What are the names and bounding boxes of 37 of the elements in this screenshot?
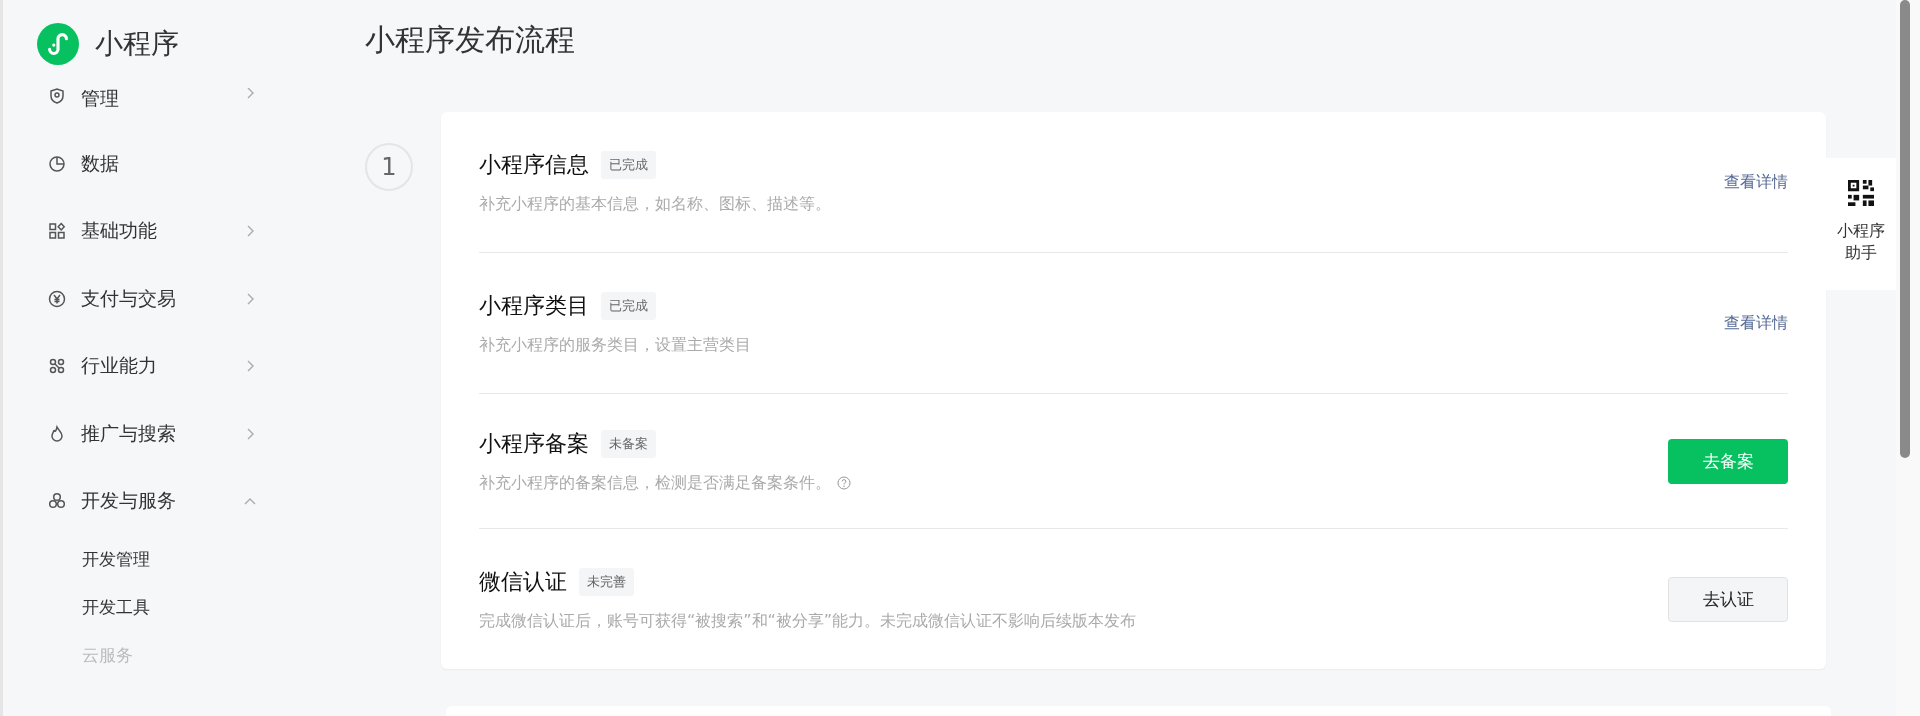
help-icon[interactable] — [837, 476, 851, 490]
item-description: 完成微信认证后，账号可获得“被搜索”和“被分享”能力。未完成微信认证不影响后续版本发布 — [479, 610, 1137, 632]
details-link[interactable]: 查看详情 — [1724, 171, 1788, 193]
yen-icon — [47, 288, 67, 309]
scrollbar-thumb[interactable] — [1900, 0, 1910, 458]
pie-chart-icon — [47, 153, 67, 174]
app-title: 小程序 — [95, 26, 179, 62]
grid-icon — [47, 221, 67, 242]
nav-item[interactable]: 开发与服务 — [47, 467, 257, 535]
assistant-label: 小程序助手 — [1837, 220, 1885, 265]
status-tag: 未备案 — [601, 429, 656, 458]
nav-item[interactable]: 数据 — [47, 130, 257, 198]
nav-subitem[interactable]: 开发工具 — [47, 583, 150, 631]
status-tag: 未完善 — [579, 567, 634, 596]
nav-item[interactable]: 基础功能 — [47, 197, 257, 265]
step-number: 1 — [365, 143, 413, 191]
item-description: 补充小程序的服务类目，设置主营类目 — [479, 334, 751, 356]
status-tag: 已完成 — [601, 291, 656, 320]
item-description: 补充小程序的备案信息，检测是否满足备案条件。 — [479, 472, 831, 494]
page-title: 小程序发布流程 — [365, 21, 576, 59]
item-title: 小程序信息 — [479, 150, 589, 179]
details-link[interactable]: 查看详情 — [1724, 312, 1788, 334]
qr-code-icon — [1848, 180, 1874, 206]
nav-item[interactable]: 管理 — [47, 88, 257, 108]
nav-item[interactable]: 支付与交易 — [47, 265, 257, 333]
shield-icon — [47, 88, 67, 106]
item-description: 补充小程序的基本信息，如名称、图标、描述等。 — [479, 193, 831, 215]
item-title: 微信认证 — [479, 567, 567, 596]
secondary-button[interactable]: 去认证 — [1668, 576, 1788, 622]
assistant-panel[interactable]: 小程序助手 — [1826, 158, 1896, 290]
item-title: 小程序备案 — [479, 429, 589, 458]
logo-icon — [37, 23, 79, 65]
nav-subitem[interactable]: 开发管理 — [47, 535, 150, 583]
item-title: 小程序类目 — [479, 291, 589, 320]
nav-item[interactable]: 行业能力 — [47, 332, 257, 400]
status-tag: 已完成 — [601, 150, 656, 179]
nav-item[interactable]: 推广与搜索 — [47, 400, 257, 468]
